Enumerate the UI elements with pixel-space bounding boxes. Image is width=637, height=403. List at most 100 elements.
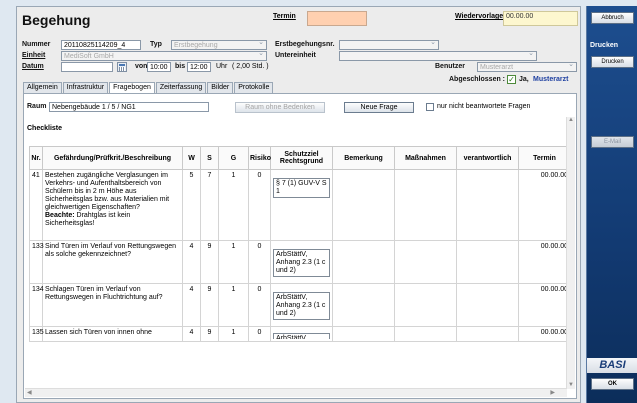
tab-bilder[interactable]: Bilder: [207, 82, 234, 93]
row-verantwortlich[interactable]: [456, 283, 519, 327]
nur-unbeantwortet-checkbox[interactable]: [426, 103, 434, 111]
abgeschlossen-label: Abgeschlossen :: [449, 76, 506, 83]
row-w[interactable]: 4: [182, 240, 201, 284]
page-title: Begehung: [22, 12, 91, 28]
row-schutzziel[interactable]: ArbStättV, Anhang 2.3 (1 c und 2): [273, 249, 330, 277]
checkliste-label: Checkliste: [27, 125, 63, 132]
row-s[interactable]: 9: [200, 326, 219, 342]
col-termin[interactable]: Termin: [518, 146, 571, 170]
row-verantwortlich[interactable]: [456, 326, 519, 342]
col-massnahmen[interactable]: Maßnahmen: [394, 146, 457, 170]
row-desc: Schlagen Türen im Verlauf von Rettungswe…: [42, 283, 183, 327]
typ-select[interactable]: Erstbegehung: [171, 40, 267, 50]
table-header-row: Nr. Gefährdung/Prüfkrit./Beschreibung W …: [29, 146, 571, 170]
horizontal-scrollbar[interactable]: ◀ ▶: [25, 388, 567, 397]
checkliste-table: Nr. Gefährdung/Prüfkrit./Beschreibung W …: [29, 146, 571, 342]
col-bemerkung[interactable]: Bemerkung: [332, 146, 395, 170]
row-g[interactable]: 1: [218, 283, 249, 327]
scroll-left-icon[interactable]: ◀: [27, 389, 32, 396]
duration-text: ( 2,00 Std. ): [232, 63, 269, 70]
ok-button[interactable]: OK: [591, 378, 634, 390]
col-w[interactable]: W: [182, 146, 201, 170]
row-termin[interactable]: 00.00.00: [518, 240, 571, 284]
drucken-heading: Drucken: [590, 42, 619, 49]
tab-zeiterfassung[interactable]: Zeiterfassung: [155, 82, 207, 93]
table-row[interactable]: 41 Bestehen zugängliche Verglasungen im …: [29, 169, 571, 241]
row-massnahmen[interactable]: [394, 240, 457, 284]
row-termin[interactable]: 00.00.00: [518, 169, 571, 241]
row-schutzziel-cell: § 7 (1) GUV-V S 1: [270, 169, 333, 241]
col-g[interactable]: G: [218, 146, 249, 170]
datum-field[interactable]: [61, 62, 113, 72]
col-verantwortlich[interactable]: verantwortlich: [456, 146, 519, 170]
row-w[interactable]: 4: [182, 283, 201, 327]
datum-label[interactable]: Datum: [22, 63, 44, 70]
row-desc-text: Bestehen zugängliche Verglasungen im Ver…: [45, 172, 170, 211]
row-schutzziel[interactable]: ArbStättV: [273, 333, 330, 339]
einheit-select[interactable]: MediSoft GmbH: [61, 51, 267, 61]
row-risiko: 0: [248, 169, 271, 241]
untereinheit-select[interactable]: [339, 51, 537, 61]
termin-field[interactable]: [307, 11, 367, 26]
table-row[interactable]: 135 Lassen sich Türen von innen ohne 4 9…: [29, 326, 571, 342]
col-beschreibung[interactable]: Gefährdung/Prüfkrit./Beschreibung: [42, 146, 183, 170]
col-s[interactable]: S: [200, 146, 219, 170]
row-nr: 135: [29, 326, 44, 342]
row-termin[interactable]: 00.00.00: [518, 283, 571, 327]
row-verantwortlich[interactable]: [456, 169, 519, 241]
neue-frage-button[interactable]: Neue Frage: [344, 102, 414, 113]
row-schutzziel-cell: ArbStättV, Anhang 2.3 (1 c und 2): [270, 240, 333, 284]
wiedervorlage-field[interactable]: 00.00.00: [503, 11, 578, 26]
row-massnahmen[interactable]: [394, 326, 457, 342]
row-s[interactable]: 9: [200, 240, 219, 284]
row-verantwortlich[interactable]: [456, 240, 519, 284]
scroll-right-icon[interactable]: ▶: [550, 389, 555, 396]
col-nr[interactable]: Nr.: [29, 146, 43, 170]
typ-label: Typ: [150, 41, 162, 48]
row-termin[interactable]: 00.00.00: [518, 326, 571, 342]
abgeschlossen-checkbox[interactable]: ✓: [507, 75, 516, 84]
row-desc: Bestehen zugängliche Verglasungen im Ver…: [42, 169, 183, 241]
calendar-icon[interactable]: [117, 62, 127, 72]
table-row[interactable]: 133 Sind Türen im Verlauf von Rettungswe…: [29, 240, 571, 284]
raum-ohne-bedenken-button[interactable]: Raum ohne Bedenken: [235, 102, 325, 113]
row-bemerkung[interactable]: [332, 240, 395, 284]
bis-field[interactable]: 12:00: [187, 62, 211, 72]
benutzer-select[interactable]: Musterarzt: [477, 62, 577, 72]
drucken-button[interactable]: Drucken: [591, 56, 634, 68]
row-bemerkung[interactable]: [332, 326, 395, 342]
row-bemerkung[interactable]: [332, 169, 395, 241]
benutzer-label: Benutzer: [435, 63, 465, 70]
row-w[interactable]: 5: [182, 169, 201, 241]
raum-field[interactable]: Nebengebäude 1 / 5 / NG1: [49, 102, 209, 112]
vertical-scrollbar[interactable]: ▲ ▼: [566, 117, 575, 389]
row-g[interactable]: 1: [218, 169, 249, 241]
row-schutzziel[interactable]: § 7 (1) GUV-V S 1: [273, 178, 330, 198]
row-w[interactable]: 4: [182, 326, 201, 342]
tab-allgemein[interactable]: Allgemein: [23, 82, 62, 93]
termin-link[interactable]: Termin: [273, 13, 296, 20]
row-schutzziel[interactable]: ArbStättV, Anhang 2.3 (1 c und 2): [273, 292, 330, 320]
erstbegehungsnr-select[interactable]: [339, 40, 439, 50]
row-g[interactable]: 1: [218, 326, 249, 342]
wiedervorlage-link[interactable]: Wiedervorlage: [455, 13, 503, 20]
row-g[interactable]: 1: [218, 240, 249, 284]
abbruch-button[interactable]: Abbruch: [591, 12, 634, 24]
abgeschlossen-user: Musterarzt: [533, 76, 569, 83]
tab-infrastruktur[interactable]: Infrastruktur: [62, 82, 109, 93]
col-schutzziel[interactable]: Schutzziel Rechtsgrund: [270, 146, 333, 170]
scroll-down-icon[interactable]: ▼: [567, 382, 575, 388]
scroll-up-icon[interactable]: ▲: [567, 117, 575, 123]
row-bemerkung[interactable]: [332, 283, 395, 327]
row-massnahmen[interactable]: [394, 283, 457, 327]
email-button[interactable]: E-Mail: [591, 136, 634, 148]
row-s[interactable]: 7: [200, 169, 219, 241]
tab-protokolle[interactable]: Protokolle: [234, 82, 274, 93]
von-field[interactable]: 10:00: [147, 62, 171, 72]
einheit-label[interactable]: Einheit: [22, 52, 45, 59]
col-risiko[interactable]: Risiko: [248, 146, 271, 170]
row-massnahmen[interactable]: [394, 169, 457, 241]
nummer-field[interactable]: 20110825114209_4: [61, 40, 141, 50]
row-s[interactable]: 9: [200, 283, 219, 327]
table-row[interactable]: 134 Schlagen Türen im Verlauf von Rettun…: [29, 283, 571, 327]
